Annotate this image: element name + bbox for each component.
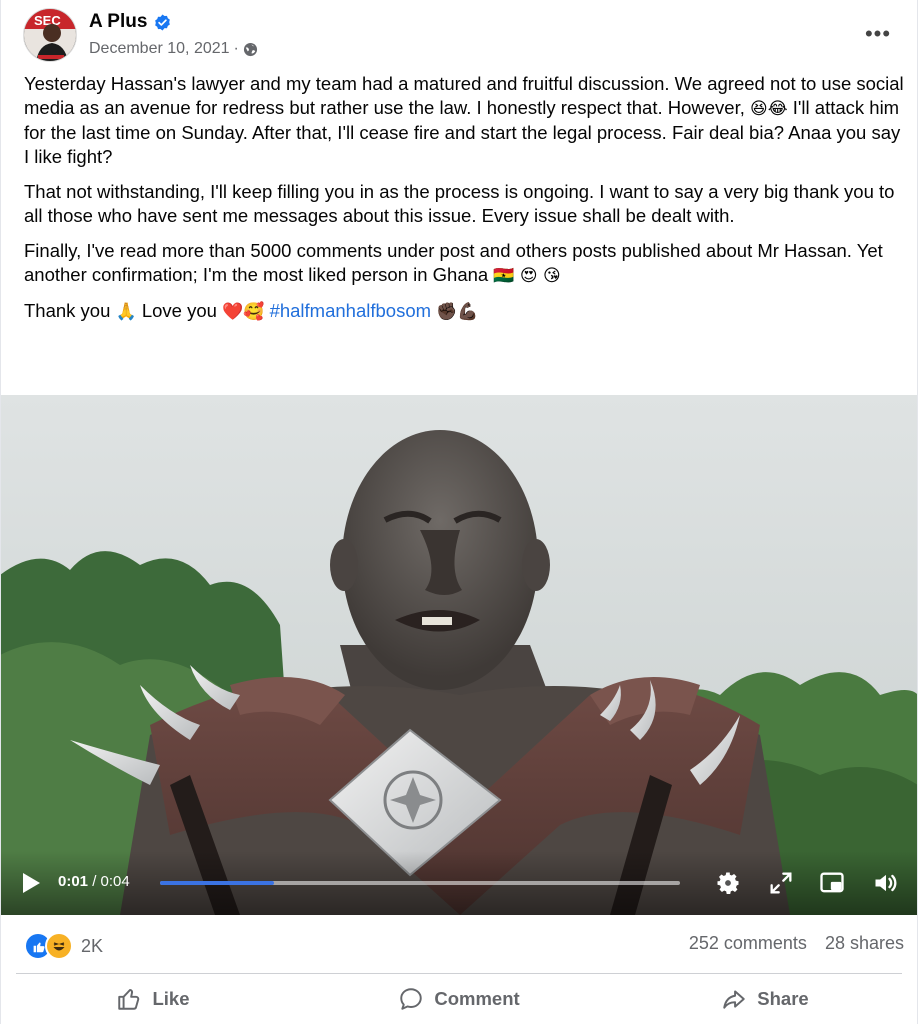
post-paragraph: Finally, I've read more than 5000 commen… — [24, 239, 904, 288]
author-name[interactable]: A Plus — [89, 11, 147, 33]
time-separator: / — [88, 873, 101, 890]
post-paragraph: Thank you 🙏 Love you ❤️🥰 #halfmanhalfbos… — [24, 299, 904, 324]
comments-count[interactable]: 252 comments — [689, 933, 807, 954]
engagement-counts: 252 comments 28 shares — [689, 933, 904, 954]
paragraph-text: Thank you — [24, 300, 111, 321]
video-time: 0:01 / 0:04 — [58, 873, 130, 890]
emoji-ghana-flag-love: 🇬🇭 😍 😘 — [493, 266, 561, 286]
comment-button[interactable]: Comment — [306, 974, 612, 1024]
paragraph-text: Finally, I've read more than 5000 commen… — [24, 240, 883, 285]
post-paragraph: Yesterday Hassan's lawyer and my team ha… — [24, 72, 904, 169]
paragraph-text: That not withstanding, I'll keep filling… — [24, 181, 895, 226]
reaction-summary[interactable]: 2K — [24, 932, 103, 960]
picture-in-picture-icon[interactable] — [818, 869, 846, 897]
share-button[interactable]: Share — [612, 974, 918, 1024]
thumbs-up-icon — [118, 989, 140, 1010]
settings-gear-icon[interactable] — [714, 869, 742, 897]
like-button[interactable]: Like — [0, 974, 306, 1024]
meta-separator: · — [233, 40, 239, 57]
comment-bubble-icon — [400, 988, 423, 1010]
author-avatar[interactable]: SEC — [23, 8, 77, 62]
post-stats: 2K 252 comments 28 shares — [0, 915, 918, 973]
fullscreen-icon[interactable] — [767, 869, 795, 897]
comment-label: Comment — [434, 988, 520, 1009]
haha-reaction-icon — [45, 932, 73, 960]
emoji-hearts: ❤️🥰 — [222, 302, 265, 322]
hashtag-link[interactable]: #halfmanhalfbosom — [270, 300, 431, 321]
emoji-pray: 🙏 — [115, 302, 137, 322]
post-meta: December 10, 2021 · — [89, 40, 258, 58]
play-icon[interactable] — [20, 871, 42, 895]
paragraph-text: Love you — [136, 300, 223, 321]
emoji-laughing: 😆😂 — [750, 99, 788, 119]
volume-icon[interactable] — [872, 869, 900, 897]
author-name-row: A Plus — [89, 11, 171, 33]
post-date[interactable]: December 10, 2021 — [89, 40, 230, 58]
emoji-fist-muscle: ✊🏿💪🏿 — [436, 302, 479, 322]
post-text: Yesterday Hassan's lawyer and my team ha… — [24, 72, 904, 335]
post-actions: Like Comment Share — [0, 974, 918, 1024]
seek-progress — [160, 881, 275, 885]
more-options-button[interactable]: ••• — [864, 20, 892, 48]
video-frame — [0, 395, 918, 915]
seek-bar[interactable] — [160, 881, 680, 885]
video-controls: 0:01 / 0:04 — [0, 851, 918, 915]
post-header: SEC A Plus December 10, 2021 · ••• — [0, 0, 918, 70]
like-label: Like — [152, 988, 190, 1009]
reaction-count: 2K — [81, 935, 104, 956]
facebook-post: SEC A Plus December 10, 2021 · ••• Yeste… — [0, 0, 918, 1024]
shares-count[interactable]: 28 shares — [825, 933, 904, 954]
share-arrow-icon — [723, 990, 746, 1009]
verified-badge-icon — [155, 14, 171, 30]
current-time: 0:01 — [58, 873, 89, 890]
globe-icon — [243, 42, 257, 56]
post-paragraph: That not withstanding, I'll keep filling… — [24, 180, 904, 228]
avatar-image: SEC — [24, 9, 76, 61]
video-player[interactable]: 0:01 / 0:04 — [0, 395, 918, 915]
share-label: Share — [757, 988, 809, 1009]
video-duration: 0:04 — [100, 873, 130, 890]
